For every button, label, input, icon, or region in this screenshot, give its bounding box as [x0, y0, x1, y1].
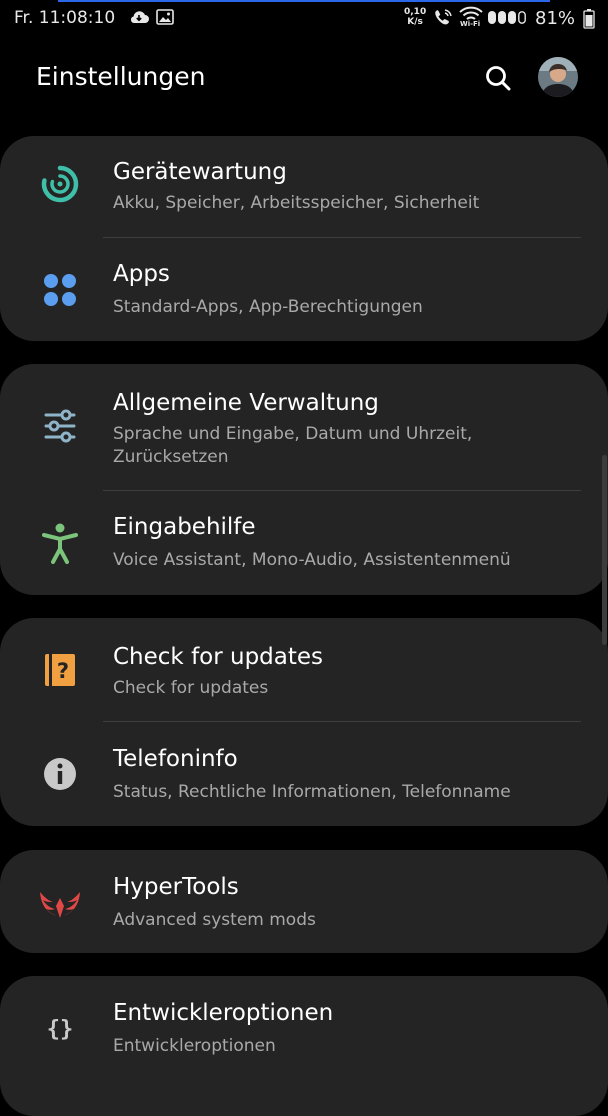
cloud-sync-icon: [128, 8, 150, 30]
svg-text:{}: {}: [47, 1017, 74, 1042]
info-icon: [44, 758, 76, 790]
settings-item-check-for-updates[interactable]: ? Check for updates Check for updates: [0, 618, 608, 721]
settings-item-accessibility[interactable]: Eingabehilfe Voice Assistant, Mono-Audio…: [0, 491, 608, 595]
settings-item-apps[interactable]: Apps Standard-Apps, App-Berechtigungen: [0, 238, 608, 341]
search-icon: [486, 66, 511, 91]
battery-percent: 81%: [535, 8, 576, 29]
update-manual-icon: ?: [45, 654, 75, 686]
item-subtitle: Check for updates: [113, 678, 269, 698]
item-subtitle: Status, Rechtliche Informationen, Telefo…: [113, 782, 511, 802]
item-subtitle: Standard-Apps, App-Berechtigungen: [113, 297, 423, 317]
gallery-notification-icon: [156, 8, 174, 30]
item-subtitle: Entwickleroptionen: [113, 1036, 276, 1056]
avatar-photo-icon: [538, 57, 578, 97]
battery-icon: [583, 9, 595, 33]
page-title: Einstellungen: [36, 62, 206, 91]
settings-group-general: Allgemeine Verwaltung Sprache und Eingab…: [0, 364, 608, 595]
device-care-icon: [41, 165, 79, 203]
settings-item-developer-options[interactable]: {} Entwickleroptionen Entwickleroptionen: [0, 976, 608, 1079]
profile-avatar[interactable]: [538, 57, 578, 97]
signal-strength-icon: [488, 10, 532, 30]
item-subtitle: Akku, Speicher, Arbeitsspeicher, Sicherh…: [113, 193, 480, 213]
settings-item-device-care[interactable]: Gerätewartung Akku, Speicher, Arbeitsspe…: [0, 136, 608, 237]
settings-group-hypertools: HyperTools Advanced system mods: [0, 850, 608, 953]
item-title: Allgemeine Verwaltung: [113, 390, 379, 416]
item-title: Gerätewartung: [113, 159, 287, 185]
accessibility-icon: [42, 523, 78, 564]
item-subtitle: Advanced system mods: [113, 910, 316, 930]
settings-item-general-management[interactable]: Allgemeine Verwaltung Sprache und Eingab…: [0, 364, 608, 490]
status-time: Fr. 11:08:10: [14, 8, 116, 28]
wifi-call-icon: [432, 8, 454, 32]
settings-group-updates: ? Check for updates Check for updates Te…: [0, 618, 608, 826]
item-subtitle: Voice Assistant, Mono-Audio, Assistenten…: [113, 550, 511, 570]
settings-group-developer: {} Entwickleroptionen Entwickleroptionen: [0, 976, 608, 1116]
item-title: HyperTools: [113, 874, 239, 900]
settings-item-hypertools[interactable]: HyperTools Advanced system mods: [0, 850, 608, 953]
apps-icon: [44, 274, 76, 306]
network-speed-value: 0,10: [404, 7, 427, 17]
item-title: Entwickleroptionen: [113, 1000, 334, 1026]
sliders-icon: [44, 409, 76, 443]
braces-icon: {}: [47, 1017, 74, 1042]
item-subtitle: Sprache und Eingabe, Datum und Uhrzeit, …: [113, 424, 473, 467]
settings-group-device: Gerätewartung Akku, Speicher, Arbeitsspe…: [0, 136, 608, 341]
svg-text:?: ?: [57, 659, 69, 683]
item-title: Eingabehilfe: [113, 514, 256, 540]
network-speed-unit: K/s: [407, 17, 423, 27]
scrollbar[interactable]: [602, 455, 607, 645]
item-title: Telefoninfo: [113, 746, 238, 772]
wifi-label: Wi-Fi: [460, 20, 481, 28]
hypertools-wings-icon: [40, 892, 80, 918]
settings-item-phone-info[interactable]: Telefoninfo Status, Rechtliche Informati…: [0, 722, 608, 826]
item-title: Apps: [113, 261, 170, 287]
status-bar: Fr. 11:08:10 0,10 K/s Wi-Fi 81%: [0, 0, 608, 38]
search-button[interactable]: [482, 62, 514, 94]
item-title: Check for updates: [113, 644, 324, 670]
network-speed: 0,10 K/s: [404, 7, 426, 27]
